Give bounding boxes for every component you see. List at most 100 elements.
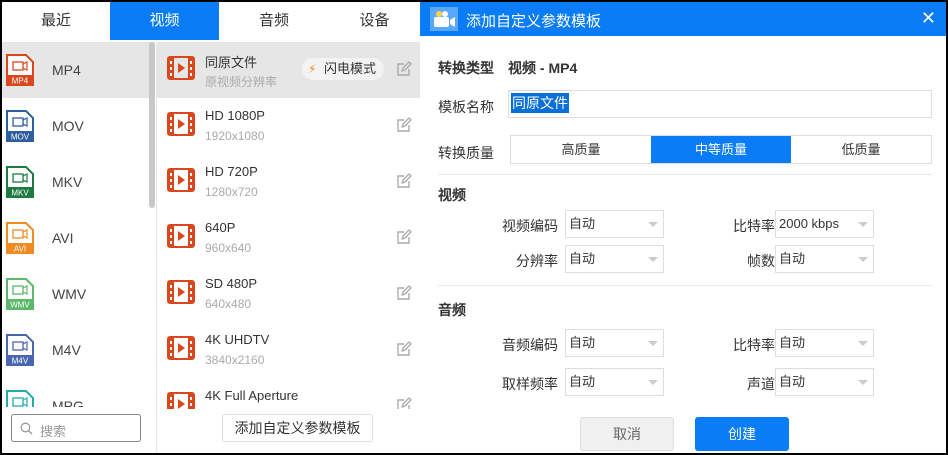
format-item-mp4[interactable]: MP4 MP4	[2, 42, 155, 98]
video_fields-select[interactable]: 自动	[565, 245, 664, 273]
add-template-dialog: 添加自定义参数模板 ✕ 转换类型 视频 - MP4 模板名称 同原文件 转换质量…	[420, 2, 946, 453]
audio_fields-label: 取样频率	[502, 376, 558, 392]
preset-resolution: 原视频分辨率	[205, 75, 278, 89]
flash-mode-label: 闪电模式	[324, 61, 377, 76]
search-input[interactable]: 搜索	[11, 414, 141, 442]
format-item-mpg[interactable]: MPG MPG	[2, 378, 155, 407]
tab-audio[interactable]: 音频	[219, 2, 329, 40]
format-label: MPG	[52, 398, 84, 407]
format-label: MKV	[52, 174, 83, 190]
divider	[438, 285, 932, 286]
file-video-icon: MKV	[6, 166, 34, 198]
svg-text:M4V: M4V	[12, 357, 29, 366]
edit-icon[interactable]	[396, 397, 412, 409]
preset-item[interactable]: 640P 960x640	[157, 210, 420, 266]
close-icon[interactable]: ✕	[921, 8, 936, 29]
svg-text:MP4: MP4	[12, 77, 29, 86]
format-item-m4v[interactable]: M4V M4V	[2, 322, 155, 378]
preset-resolution: 640x480	[205, 297, 252, 311]
format-list-scrollbar[interactable]	[149, 42, 155, 208]
add-custom-template-button[interactable]: 添加自定义参数模板	[222, 414, 373, 442]
edit-icon[interactable]	[396, 229, 412, 250]
edit-icon[interactable]	[396, 117, 412, 138]
search-icon	[20, 422, 33, 435]
create-button[interactable]: 创建	[695, 417, 789, 451]
dialog-title: 添加自定义参数模板	[466, 13, 602, 30]
edit-icon[interactable]	[396, 285, 412, 306]
audio_fields-value: 自动	[779, 374, 806, 389]
preset-resolution: 960x640	[205, 241, 252, 255]
chevron-down-icon	[648, 380, 658, 385]
format-item-mkv[interactable]: MKV MKV	[2, 154, 155, 210]
audio_fields-select[interactable]: 自动	[775, 329, 874, 357]
app-window: 最近 视频 音频 设备 MP4 MP4 MOV MOV MKV MKV AVI AVI WMV W…	[2, 2, 946, 453]
audio_fields-label: 音频编码	[502, 337, 558, 353]
format-label: AVI	[52, 230, 74, 246]
format-item-avi[interactable]: AVI AVI	[2, 210, 155, 266]
preset-item[interactable]: 4K Full Aperture	[157, 378, 420, 409]
audio_fields-label: 声道	[747, 376, 775, 392]
preset-item[interactable]: 4K UHDTV 3840x2160	[157, 322, 420, 378]
video_fields-label: 比特率	[733, 218, 775, 234]
quality-label: 转换质量	[438, 145, 494, 161]
audio_fields-select[interactable]: 自动	[565, 368, 664, 396]
file-video-icon: MP4	[6, 54, 34, 86]
preset-title: 4K UHDTV	[205, 332, 270, 347]
preset-resolution: 1920x1080	[205, 129, 265, 143]
video_fields-select[interactable]: 自动	[565, 210, 664, 238]
file-video-icon: WMV	[6, 278, 34, 310]
tab-video[interactable]: 视频	[110, 2, 219, 40]
svg-text:WMV: WMV	[10, 301, 30, 310]
svg-text:MOV: MOV	[11, 133, 30, 142]
film-icon	[167, 56, 195, 85]
tab-recent[interactable]: 最近	[2, 2, 110, 40]
format-label: MOV	[52, 118, 84, 134]
film-icon	[167, 168, 195, 197]
preset-item[interactable]: 同原文件 原视频分辨率 ⚡ 闪电模式	[157, 42, 420, 98]
audio_fields-value: 自动	[569, 374, 596, 389]
format-item-mov[interactable]: MOV MOV	[2, 98, 155, 154]
preset-item[interactable]: HD 720P 1280x720	[157, 154, 420, 210]
tab-device[interactable]: 设备	[329, 2, 420, 40]
preset-item[interactable]: HD 1080P 1920x1080	[157, 98, 420, 154]
format-label: M4V	[52, 342, 81, 358]
edit-icon[interactable]	[396, 173, 412, 194]
file-video-icon: MOV	[6, 110, 34, 142]
template-name-label: 模板名称	[438, 99, 494, 115]
svg-text:AVI: AVI	[14, 245, 26, 254]
preset-title: 640P	[205, 220, 236, 235]
format-item-wmv[interactable]: WMV WMV	[2, 266, 155, 322]
quality-high[interactable]: 高质量	[511, 136, 651, 163]
film-icon	[167, 336, 195, 365]
preset-title: 4K Full Aperture	[205, 388, 299, 403]
video_fields-select[interactable]: 自动	[775, 245, 874, 273]
chevron-down-icon	[648, 222, 658, 227]
flash-mode-badge[interactable]: ⚡ 闪电模式	[302, 58, 385, 80]
lightning-icon: ⚡	[308, 62, 317, 76]
dialog-titlebar: 添加自定义参数模板 ✕	[420, 2, 946, 36]
preset-item[interactable]: SD 480P 640x480	[157, 266, 420, 322]
audio_fields-select[interactable]: 自动	[775, 368, 874, 396]
audio_fields-select[interactable]: 自动	[565, 329, 664, 357]
edit-icon[interactable]	[396, 61, 412, 82]
template-name-input[interactable]: 同原文件	[508, 90, 932, 118]
chevron-down-icon	[858, 341, 868, 346]
quality-low[interactable]: 低质量	[791, 136, 931, 163]
video_fields-label: 视频编码	[502, 218, 558, 234]
edit-icon[interactable]	[396, 341, 412, 362]
video_fields-label: 分辨率	[516, 253, 558, 269]
video_fields-value: 自动	[569, 216, 596, 231]
chevron-down-icon	[858, 222, 868, 227]
cancel-button[interactable]: 取消	[580, 417, 674, 451]
preset-title: HD 720P	[205, 164, 258, 179]
svg-text:MKV: MKV	[11, 189, 29, 198]
convert-type-value: 视频 - MP4	[508, 60, 578, 76]
app-logo-icon	[430, 7, 458, 31]
video_fields-select[interactable]: 2000 kbps	[775, 210, 874, 238]
film-icon	[167, 224, 195, 253]
video_fields-value: 自动	[779, 251, 806, 266]
film-icon	[167, 392, 195, 409]
video_fields-value: 2000 kbps	[779, 216, 839, 231]
quality-segmented-control: 高质量 中等质量 低质量	[510, 135, 932, 164]
quality-medium[interactable]: 中等质量	[651, 136, 791, 163]
